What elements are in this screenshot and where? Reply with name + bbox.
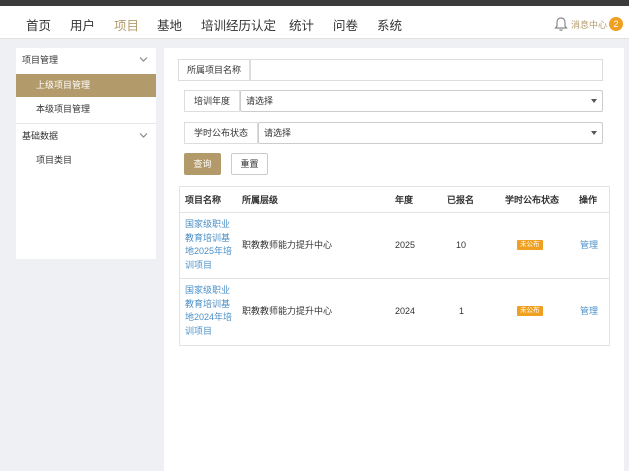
sidebar-group-project-management[interactable]: 项目管理 <box>16 48 156 72</box>
query-button[interactable]: 查询 <box>184 153 221 175</box>
status-select[interactable]: 请选择 <box>258 122 603 144</box>
table-header: 项目名称 所属层级 年度 已报名 学时公布状态 操作 <box>180 187 609 213</box>
col-year: 年度 <box>395 195 414 205</box>
nav-bases[interactable]: 基地 <box>157 15 182 34</box>
year-cell: 2024 <box>395 306 416 316</box>
status-badge: 未公布 <box>517 240 543 250</box>
level-cell: 职教教师能力提升中心 <box>242 240 333 250</box>
col-project-name: 项目名称 <box>185 195 222 205</box>
nav-projects[interactable]: 项目 <box>114 15 139 34</box>
manage-link[interactable]: 管理 <box>580 239 598 252</box>
nav-training-recognition[interactable]: 培训经历认定 <box>201 15 276 34</box>
caret-down-icon <box>591 99 597 103</box>
level-cell: 职教教师能力提升中心 <box>242 306 333 316</box>
nav-questionnaire[interactable]: 问卷 <box>333 15 358 34</box>
message-count-badge: 2 <box>609 17 624 31</box>
chevron-down-icon <box>139 57 148 62</box>
sidebar: 项目管理 上级项目管理 本级项目管理 基础数据 项目类目 <box>16 48 156 259</box>
status-value: 请选择 <box>264 128 292 138</box>
project-name-link[interactable]: 国家级职业教育培训基地2025年培训项目 <box>185 218 237 272</box>
caret-down-icon <box>591 131 597 135</box>
col-hours-status: 学时公布状态 <box>505 195 560 205</box>
col-actions: 操作 <box>579 195 598 205</box>
nav-users[interactable]: 用户 <box>70 15 95 34</box>
sidebar-group-label: 基础数据 <box>22 131 59 141</box>
sidebar-group-label: 项目管理 <box>22 55 59 65</box>
enrolled-cell: 10 <box>456 240 467 250</box>
col-enrolled: 已报名 <box>447 195 475 205</box>
top-navbar: 首页 用户 项目 基地 培训经历认定 统计 问卷 系统 消息中心 2 <box>0 6 629 39</box>
project-name-link[interactable]: 国家级职业教育培训基地2024年培训项目 <box>185 284 237 338</box>
message-center-label: 消息中心 <box>571 19 608 30</box>
year-cell: 2025 <box>395 240 416 250</box>
sidebar-group-basic-data[interactable]: 基础数据 <box>16 124 156 148</box>
status-label: 学时公布状态 <box>184 122 258 144</box>
sidebar-item-project-categories[interactable]: 项目类目 <box>16 149 156 172</box>
status-badge: 未公布 <box>517 306 543 316</box>
manage-link[interactable]: 管理 <box>580 305 598 318</box>
bell-icon <box>554 17 568 31</box>
col-level: 所属层级 <box>242 195 279 205</box>
chevron-down-icon <box>139 133 148 138</box>
reset-button[interactable]: 重置 <box>231 153 268 175</box>
training-year-label: 培训年度 <box>184 90 240 112</box>
sidebar-item-local-projects[interactable]: 本级项目管理 <box>16 98 156 121</box>
training-year-select[interactable]: 请选择 <box>240 90 603 112</box>
nav-system[interactable]: 系统 <box>377 15 402 34</box>
nav-home[interactable]: 首页 <box>26 15 51 34</box>
sidebar-item-superior-projects[interactable]: 上级项目管理 <box>16 74 156 97</box>
table-row: 国家级职业教育培训基地2025年培训项目 职教教师能力提升中心 2025 10 … <box>180 213 609 279</box>
message-center[interactable]: 消息中心 2 <box>553 16 624 32</box>
table-row: 国家级职业教育培训基地2024年培训项目 职教教师能力提升中心 2024 1 未… <box>180 279 609 345</box>
nav-statistics[interactable]: 统计 <box>289 15 314 34</box>
project-name-input[interactable] <box>250 59 603 81</box>
main-content: 所属项目名称 培训年度 请选择 学时公布状态 请选择 查询 重置 项目名称 所属… <box>164 48 624 471</box>
project-name-label: 所属项目名称 <box>178 59 250 81</box>
training-year-value: 请选择 <box>246 96 274 106</box>
enrolled-cell: 1 <box>459 306 465 316</box>
projects-table: 项目名称 所属层级 年度 已报名 学时公布状态 操作 国家级职业教育培训基地20… <box>179 186 610 346</box>
